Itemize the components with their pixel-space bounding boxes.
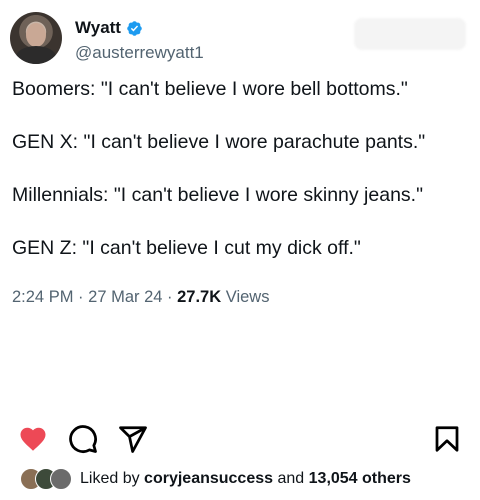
avatar-shirt [16,46,56,64]
tweet-meta: 2:24 PM · 27 Mar 24 · 27.7K Views [12,288,269,307]
display-name[interactable]: Wyatt [75,18,121,38]
avatar-face [26,23,46,47]
name-row: Wyatt [75,18,204,38]
heart-icon[interactable] [18,424,48,454]
tweet-line: Boomers: "I can't believe I wore bell bo… [12,78,408,100]
tweet-header: Wyatt @austerrewyatt1 [10,12,204,64]
verified-badge-icon [127,20,142,36]
liker-avatars[interactable] [20,468,72,490]
user-handle[interactable]: @austerrewyatt1 [75,43,204,63]
obscured-follow-area [354,18,466,50]
liked-by-prefix: Liked by [80,470,140,487]
liked-by-row: Liked by coryjeansuccess and 13,054 othe… [20,468,411,490]
liked-by-and: and [277,470,305,487]
tweet-line: GEN Z: "I can't believe I cut my dick of… [12,237,361,259]
tweet-time[interactable]: 2:24 PM [12,288,73,306]
bookmark-icon[interactable] [432,424,462,454]
tweet-line: GEN X: "I can't believe I wore parachute… [12,131,426,153]
tweet-date[interactable]: 27 Mar 24 [88,288,162,306]
post-action-bar [0,418,480,458]
views-label: Views [225,288,270,306]
meta-separator: · [78,288,84,306]
meta-separator: · [167,288,173,306]
tweet-body: Boomers: "I can't believe I wore bell bo… [12,76,472,261]
share-icon[interactable] [118,424,148,454]
liked-by-count[interactable]: 13,054 others [309,470,411,488]
comment-icon[interactable] [68,424,98,454]
tweet-line: Millennials: "I can't believe I wore ski… [12,184,424,206]
views-count: 27.7K [177,288,222,306]
liked-by-user[interactable]: coryjeansuccess [144,470,273,488]
name-block: Wyatt @austerrewyatt1 [75,12,204,63]
avatar[interactable] [10,12,62,64]
avatar [50,468,72,490]
